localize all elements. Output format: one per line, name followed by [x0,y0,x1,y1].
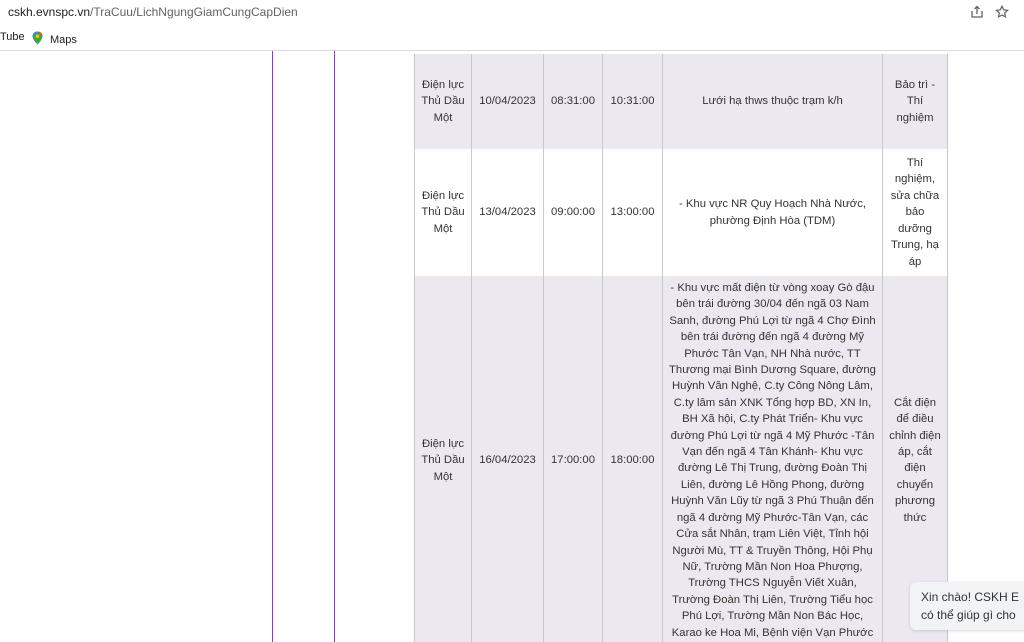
area-cell: Lưới hạ thws thuộc trạm k/h [662,54,883,149]
table-row: Điện lực Thủ Dầu Một 16/04/2023 17:00:00… [414,276,948,642]
url-host: cskh.evnspc.vn [8,5,91,19]
bookmarks-bar: Tube Maps [0,26,1024,51]
bookmark-youtube[interactable]: Tube [0,31,25,43]
chat-widget[interactable]: Xin chào! CSKH E có thể giúp gì cho [910,582,1024,630]
reason-cell: Bảo trì - Thí nghiệm [882,54,948,149]
unit-cell: Điện lực Thủ Dầu Một [414,54,472,149]
share-icon[interactable] [968,3,986,21]
url-text[interactable]: cskh.evnspc.vn/TraCuu/LichNgungGiamCungC… [8,5,298,19]
date-cell: 16/04/2023 [471,276,544,642]
unit-cell: Điện lực Thủ Dầu Một [414,149,472,276]
date-cell: 13/04/2023 [471,149,544,276]
start-time-cell: 08:31:00 [543,54,603,149]
reason-cell: Thí nghiệm, sửa chữa bảo dưỡng Trung, hạ… [882,149,948,276]
end-time-cell: 10:31:00 [602,54,663,149]
start-time-cell: 17:00:00 [543,276,603,642]
date-cell: 10/04/2023 [471,54,544,149]
table-row: Điện lực Thủ Dầu Một 10/04/2023 08:31:00… [414,54,948,149]
star-icon[interactable] [993,3,1011,21]
table-row: Điện lực Thủ Dầu Một 13/04/2023 09:00:00… [414,149,948,276]
area-cell: - Khu vực mất điện từ vòng xoay Gò đậu b… [662,276,883,642]
unit-cell: Điện lực Thủ Dầu Một [414,276,472,642]
outage-schedule-table: Điện lực Thủ Dầu Một 10/04/2023 08:31:00… [414,54,948,642]
layout-border [334,51,335,642]
address-bar[interactable]: cskh.evnspc.vn/TraCuu/LichNgungGiamCungC… [0,0,1024,26]
layout-border [272,51,273,642]
chat-greeting-line1: Xin chào! CSKH E [921,590,1020,604]
end-time-cell: 13:00:00 [602,149,663,276]
end-time-cell: 18:00:00 [602,276,663,642]
bookmark-label: Tube [0,31,25,43]
area-cell: - Khu vực NR Quy Hoạch Nhà Nước, phường … [662,149,883,276]
page-content: Điện lực Thủ Dầu Một 10/04/2023 08:31:00… [0,51,1024,642]
maps-icon [31,31,44,48]
url-path: /TraCuu/LichNgungGiamCungCapDien [90,5,298,19]
bookmark-label: Maps [50,33,77,46]
chat-greeting-line2: có thể giúp gì cho [921,608,1016,622]
bookmark-maps[interactable]: Maps [31,31,77,48]
start-time-cell: 09:00:00 [543,149,603,276]
